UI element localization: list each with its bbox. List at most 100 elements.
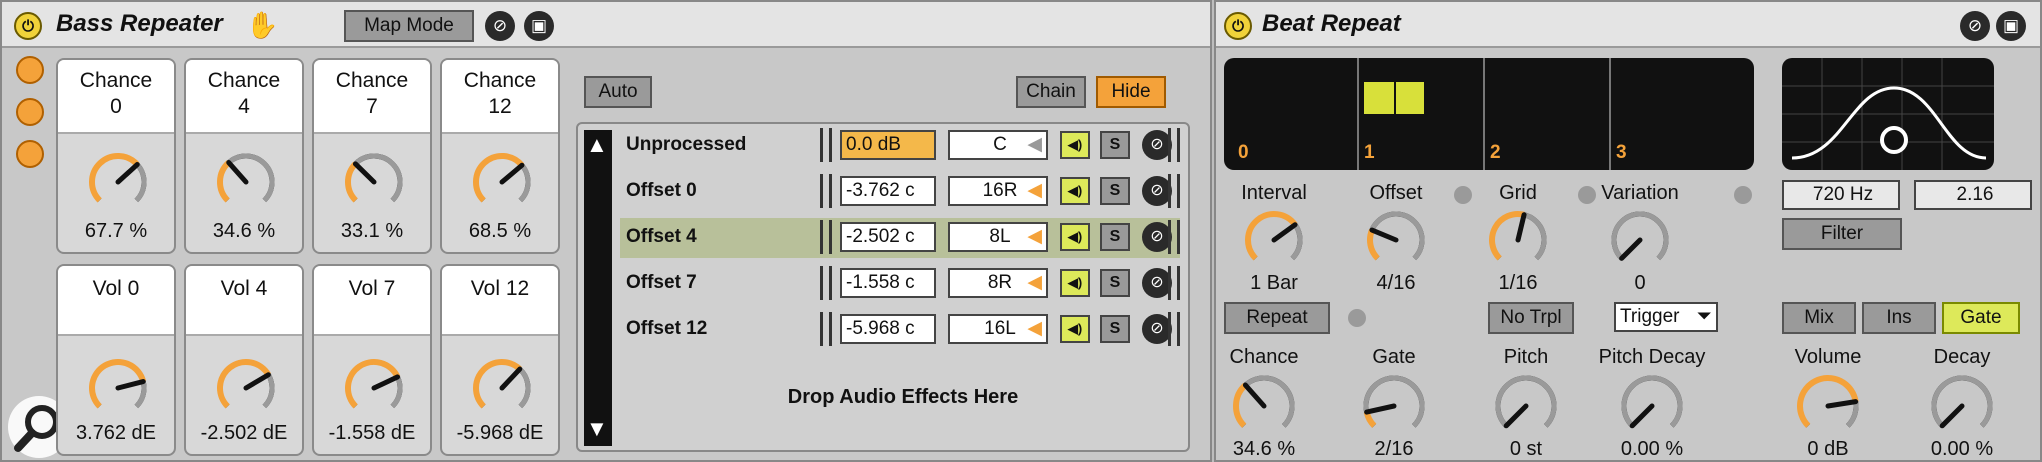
hotswap-icon[interactable]: ⊘ (485, 11, 515, 41)
chain-grip[interactable] (820, 312, 832, 346)
br-knob[interactable] (1244, 210, 1304, 270)
map-mode-button[interactable]: Map Mode (344, 10, 474, 42)
chain-grip[interactable] (1168, 266, 1180, 300)
chain-pan-field[interactable]: 8L ◀ (948, 222, 1048, 252)
chain-grip[interactable] (1168, 220, 1180, 254)
solo-button[interactable]: S (1100, 315, 1130, 343)
chance-knob[interactable] (88, 152, 148, 212)
chain-grip[interactable] (1168, 128, 1180, 162)
speaker-icon[interactable]: ◀) (1060, 223, 1090, 251)
chain-volume-field[interactable]: -2.502 c (840, 222, 936, 252)
chain-pan-field[interactable]: 8R ◀ (948, 268, 1048, 298)
br-knob[interactable] (1494, 374, 1558, 438)
br-knob[interactable] (1366, 210, 1426, 270)
knob-label: Decay (1933, 346, 1991, 368)
macro-knob-vol: Vol 12 -5.968 dE (440, 264, 560, 456)
chain-grip[interactable] (820, 266, 832, 300)
volume-knob[interactable] (472, 358, 532, 418)
macro-knob-sublabel: 0 (110, 95, 122, 118)
macro-icon[interactable] (16, 56, 44, 84)
chain-row[interactable]: Unprocessed 0.0 dB C ◀ ◀) S ⊘ (620, 126, 1180, 166)
chain-row[interactable]: Offset 0 -3.762 c 16R ◀ ◀) S ⊘ (620, 172, 1180, 212)
tick-label: 0 (1238, 142, 1249, 163)
speaker-icon[interactable]: ◀) (1060, 269, 1090, 297)
chain-grip[interactable] (820, 128, 832, 162)
scroll-up-icon[interactable]: ▲ (586, 132, 608, 158)
br-knob[interactable] (1620, 374, 1684, 438)
br-knob[interactable] (1362, 374, 1426, 438)
filter-button[interactable]: Filter (1782, 218, 1902, 250)
power-icon[interactable]: ⏻ (1224, 12, 1252, 40)
chain-name[interactable]: Offset 12 (626, 318, 707, 340)
speaker-icon[interactable]: ◀) (1060, 177, 1090, 205)
hide-button[interactable]: Hide (1096, 76, 1166, 108)
power-icon[interactable]: ⏻ (14, 12, 42, 40)
speaker-icon[interactable]: ◀) (1060, 315, 1090, 343)
chain-name[interactable]: Unprocessed (626, 134, 746, 156)
filter-frequency-field[interactable]: 720 Hz (1782, 180, 1900, 210)
mix-mode-button[interactable]: Mix (1782, 302, 1856, 334)
macro-knob-label: Vol 12 (470, 277, 530, 300)
scroll-down-icon[interactable]: ▼ (586, 416, 608, 442)
chain-pan-field[interactable]: 16L ◀ (948, 314, 1048, 344)
save-icon[interactable]: ▣ (524, 11, 554, 41)
solo-button[interactable]: S (1100, 269, 1130, 297)
volume-knob[interactable] (88, 358, 148, 418)
macro-knob-header: Vol 7 (314, 266, 430, 336)
pan-arrow-icon: ◀ (1027, 134, 1042, 155)
chain-name[interactable]: Offset 7 (626, 272, 697, 294)
chain-volume-field[interactable]: -5.968 c (840, 314, 936, 344)
macro-knob-label: Chance (79, 69, 153, 92)
solo-button[interactable]: S (1100, 177, 1130, 205)
drop-zone[interactable]: Drop Audio Effects Here (618, 386, 1188, 409)
chain-name[interactable]: Offset 4 (626, 226, 697, 248)
chance-knob[interactable] (216, 152, 276, 212)
chain-grip[interactable] (820, 174, 832, 208)
br-knob[interactable] (1488, 210, 1548, 270)
br-knob[interactable] (1232, 374, 1296, 438)
pan-arrow-icon: ◀ (1027, 272, 1042, 293)
macro-knob-header: Vol 0 (58, 266, 174, 336)
insert-mode-button[interactable]: Ins (1862, 302, 1936, 334)
br-knob[interactable] (1610, 210, 1670, 270)
chance-knob[interactable] (472, 152, 532, 212)
chain-pan-field[interactable]: 16R ◀ (948, 176, 1048, 206)
br-knob[interactable] (1796, 374, 1860, 438)
chain-pan-field[interactable]: C ◀ (948, 130, 1048, 160)
chain-volume-field[interactable]: -3.762 c (840, 176, 936, 206)
volume-knob[interactable] (216, 358, 276, 418)
filter-display[interactable] (1782, 58, 1994, 170)
chain-grip[interactable] (1168, 174, 1180, 208)
knob-value: 0 st (1509, 438, 1543, 460)
knob-value: 4/16 (1376, 272, 1416, 294)
hotswap-icon[interactable]: ⊘ (1960, 11, 1990, 41)
solo-button[interactable]: S (1100, 223, 1130, 251)
devices-icon[interactable] (16, 140, 44, 168)
no-triplet-button[interactable]: No Trpl (1488, 302, 1574, 334)
trigger-dropdown[interactable]: Trigger ⏷ (1614, 302, 1718, 332)
chain-grip[interactable] (1168, 312, 1180, 346)
auto-button[interactable]: Auto (584, 76, 652, 108)
volume-knob[interactable] (344, 358, 404, 418)
macro-knob-value: -2.502 dE (200, 422, 288, 444)
macro-knob-value: 34.6 % (212, 220, 276, 242)
chain-row[interactable]: Offset 4 -2.502 c 8L ◀ ◀) S ⊘ (620, 218, 1180, 258)
solo-button[interactable]: S (1100, 131, 1130, 159)
chain-button[interactable]: Chain (1016, 76, 1086, 108)
br-knob[interactable] (1930, 374, 1994, 438)
chance-knob[interactable] (344, 152, 404, 212)
chain-row[interactable]: Offset 12 -5.968 c 16L ◀ ◀) S ⊘ (620, 310, 1180, 350)
speaker-icon[interactable]: ◀) (1060, 131, 1090, 159)
chain-name[interactable]: Offset 0 (626, 180, 697, 202)
chain-pan-value: 16R (982, 180, 1018, 201)
chain-scrollbar[interactable] (584, 130, 612, 446)
chain-volume-field[interactable]: -1.558 c (840, 268, 936, 298)
repeat-button[interactable]: Repeat (1224, 302, 1330, 334)
chain-row[interactable]: Offset 7 -1.558 c 8R ◀ ◀) S ⊘ (620, 264, 1180, 304)
save-icon[interactable]: ▣ (1996, 11, 2026, 41)
chain-list-icon[interactable] (16, 98, 44, 126)
chain-volume-field[interactable]: 0.0 dB (840, 130, 936, 160)
chain-grip[interactable] (820, 220, 832, 254)
gate-mode-button[interactable]: Gate (1942, 302, 2020, 334)
filter-width-field[interactable]: 2.16 (1914, 180, 2032, 210)
